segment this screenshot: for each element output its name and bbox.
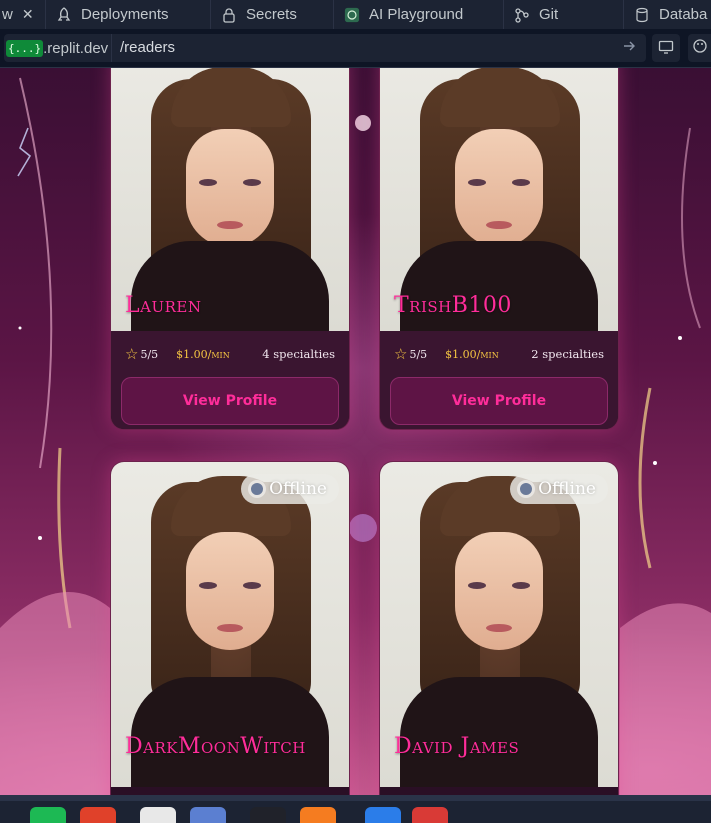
taskbar-app-icon[interactable] [190, 807, 226, 823]
go-arrow-icon[interactable] [622, 39, 636, 57]
status-dot [251, 483, 264, 495]
star-icon: ☆ [394, 345, 408, 363]
database-icon [634, 7, 650, 23]
tab-current[interactable]: w ✕ [0, 0, 46, 29]
readers-page: Lauren ☆ 5/5 $1.00/min 4 specialties Vie… [0, 68, 711, 795]
url-field[interactable]: {...} .replit.dev /readers [4, 34, 646, 62]
tab-secrets[interactable]: Secrets [211, 0, 334, 29]
rating-value: 5/5 [140, 347, 159, 361]
monitor-icon [658, 39, 674, 58]
status-badge: Offline [510, 474, 608, 504]
domain-text: .replit.dev [43, 39, 109, 57]
tab-label: Git [539, 6, 559, 23]
taskbar-app-icon[interactable] [300, 807, 336, 823]
tab-label: Deployments [81, 6, 169, 23]
tab-database[interactable]: Databa [624, 0, 711, 29]
taskbar-app-icon[interactable] [140, 807, 176, 823]
taskbar-app-icon[interactable] [412, 807, 448, 823]
taskbar-app-icon[interactable] [30, 807, 66, 823]
rating: ☆ 5/5 [394, 345, 427, 363]
reader-card: Lauren ☆ 5/5 $1.00/min 4 specialties Vie… [110, 68, 350, 430]
palette-icon [692, 38, 708, 58]
os-taskbar [0, 795, 711, 823]
reader-meta: ☆ 5/5 $1.00/min 2 specialties [380, 331, 618, 377]
reader-card: Offline DarkMoonWitch [110, 461, 350, 795]
url-domain: {...} .replit.dev [6, 37, 108, 59]
specialties-count: 2 specialties [531, 347, 604, 361]
url-divider [111, 34, 112, 62]
price-per-minute: $1.00/min [176, 347, 230, 361]
reader-name: David James [394, 734, 520, 759]
reader-card: Offline David James [379, 461, 619, 795]
address-bar: {...} .replit.dev /readers [0, 29, 711, 68]
price-per-minute: $1.00/min [445, 347, 499, 361]
taskbar-app-icon[interactable] [250, 807, 286, 823]
reader-meta: ☆ 5/5 $1.00/min 4 specialties [111, 331, 349, 377]
rating: ☆ 5/5 [125, 345, 158, 363]
reader-name: TrishB100 [394, 293, 512, 318]
card-actions: View Profile [380, 375, 618, 429]
rating-value: 5/5 [409, 347, 428, 361]
reader-name: Lauren [125, 293, 202, 318]
view-profile-button[interactable]: View Profile [121, 377, 339, 425]
tab-ai-playground[interactable]: AI Playground [334, 0, 504, 29]
tab-deployments[interactable]: Deployments [46, 0, 211, 29]
close-icon[interactable]: ✕ [22, 6, 34, 23]
palette-button[interactable] [688, 34, 711, 62]
star-icon: ☆ [125, 345, 139, 363]
status-dot [520, 483, 533, 495]
reader-name: DarkMoonWitch [125, 734, 306, 759]
devtools-button[interactable] [652, 34, 680, 62]
view-profile-button[interactable]: View Profile [390, 377, 608, 425]
card-actions: View Profile [111, 375, 349, 429]
reader-photo [380, 68, 618, 331]
openai-icon [344, 7, 360, 23]
url-path: /readers [120, 39, 176, 56]
taskbar-divider [0, 795, 711, 801]
deploy-icon [56, 6, 72, 23]
tab-label: w [2, 6, 13, 23]
status-text: Offline [269, 479, 327, 499]
status-badge: Offline [241, 474, 339, 504]
browser-tab-bar: w ✕ Deployments Secrets AI Playground Gi… [0, 0, 711, 30]
specialties-count: 4 specialties [262, 347, 335, 361]
tab-git[interactable]: Git [504, 0, 624, 29]
tab-label: AI Playground [369, 6, 464, 23]
status-text: Offline [538, 479, 596, 499]
tab-label: Secrets [246, 6, 297, 23]
reader-card: TrishB100 ☆ 5/5 $1.00/min 2 specialties … [379, 68, 619, 430]
reader-photo [111, 68, 349, 331]
lock-icon [221, 7, 237, 23]
taskbar-app-icon[interactable] [365, 807, 401, 823]
tab-label: Databa [659, 6, 708, 23]
taskbar-app-icon[interactable] [80, 807, 116, 823]
git-icon [514, 7, 530, 23]
replit-badge: {...} [6, 39, 44, 57]
